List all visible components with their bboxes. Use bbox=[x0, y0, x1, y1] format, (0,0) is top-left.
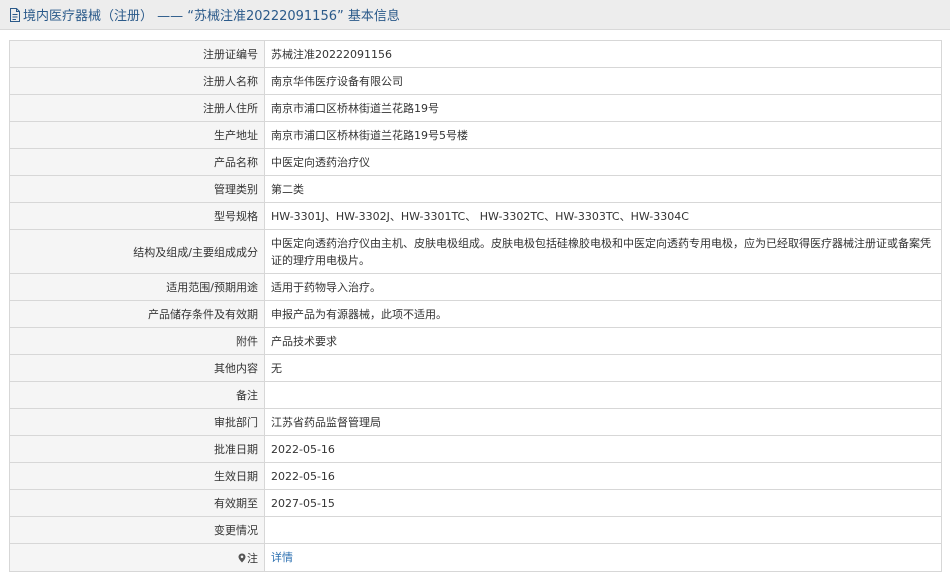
row-value: 2027-05-15 bbox=[264, 489, 942, 517]
page-title: 境内医疗器械（注册） —— “苏械注准20222091156” 基本信息 bbox=[23, 9, 400, 24]
row-value: 产品技术要求 bbox=[264, 327, 942, 355]
row-value: 苏械注准20222091156 bbox=[264, 40, 942, 68]
row-value: 适用于药物导入治疗。 bbox=[264, 273, 942, 301]
table-row: 有效期至 2027-05-15 bbox=[9, 489, 942, 517]
table-row: 适用范围/预期用途 适用于药物导入治疗。 bbox=[9, 273, 942, 301]
table-row: 产品名称 中医定向透药治疗仪 bbox=[9, 148, 942, 176]
table-row: 其他内容 无 bbox=[9, 354, 942, 382]
row-label: 注册证编号 bbox=[9, 40, 265, 68]
row-value: 南京华伟医疗设备有限公司 bbox=[264, 67, 942, 95]
row-label: 审批部门 bbox=[9, 408, 265, 436]
table-row: 注册人名称 南京华伟医疗设备有限公司 bbox=[9, 67, 942, 95]
details-link[interactable]: 详情 bbox=[271, 551, 293, 564]
row-value: 2022-05-16 bbox=[264, 462, 942, 490]
table-row: 生产地址 南京市浦口区桥林街道兰花路19号5号楼 bbox=[9, 121, 942, 149]
table-row: 产品储存条件及有效期 申报产品为有源器械，此项不适用。 bbox=[9, 300, 942, 328]
info-table: 注册证编号 苏械注准20222091156 注册人名称 南京华伟医疗设备有限公司… bbox=[9, 40, 942, 572]
row-value: 中医定向透药治疗仪 bbox=[264, 148, 942, 176]
row-label: 产品名称 bbox=[9, 148, 265, 176]
table-row: 管理类别 第二类 bbox=[9, 175, 942, 203]
row-label: 有效期至 bbox=[9, 489, 265, 517]
row-value: 无 bbox=[264, 354, 942, 382]
row-label: 注册人住所 bbox=[9, 94, 265, 122]
row-value bbox=[264, 381, 942, 409]
row-label: 管理类别 bbox=[9, 175, 265, 203]
row-value: 中医定向透药治疗仪由主机、皮肤电极组成。皮肤电极包括硅橡胶电极和中医定向透药专用… bbox=[264, 229, 942, 274]
row-value: 详情 bbox=[264, 543, 942, 572]
row-value: 申报产品为有源器械，此项不适用。 bbox=[264, 300, 942, 328]
table-row: 型号规格 HW-3301J、HW-3302J、HW-3301TC、 HW-330… bbox=[9, 202, 942, 230]
table-row: 结构及组成/主要组成成分 中医定向透药治疗仪由主机、皮肤电极组成。皮肤电极包括硅… bbox=[9, 229, 942, 274]
pin-icon bbox=[238, 553, 246, 562]
row-value: 2022-05-16 bbox=[264, 435, 942, 463]
row-value: 南京市浦口区桥林街道兰花路19号 bbox=[264, 94, 942, 122]
document-icon bbox=[10, 7, 20, 22]
row-label: 批准日期 bbox=[9, 435, 265, 463]
row-label: 注 bbox=[9, 543, 265, 572]
row-label: 其他内容 bbox=[9, 354, 265, 382]
row-label: 结构及组成/主要组成成分 bbox=[9, 229, 265, 274]
table-row: 批准日期 2022-05-16 bbox=[9, 435, 942, 463]
table-row: 附件 产品技术要求 bbox=[9, 327, 942, 355]
row-label: 备注 bbox=[9, 381, 265, 409]
table-row: 变更情况 bbox=[9, 516, 942, 544]
row-label: 生效日期 bbox=[9, 462, 265, 490]
table-row: 审批部门 江苏省药品监督管理局 bbox=[9, 408, 942, 436]
row-label: 附件 bbox=[9, 327, 265, 355]
table-row: 生效日期 2022-05-16 bbox=[9, 462, 942, 490]
row-value: 第二类 bbox=[264, 175, 942, 203]
row-label: 生产地址 bbox=[9, 121, 265, 149]
row-label: 适用范围/预期用途 bbox=[9, 273, 265, 301]
page-header: 境内医疗器械（注册） —— “苏械注准20222091156” 基本信息 bbox=[0, 0, 950, 30]
table-row: 注册人住所 南京市浦口区桥林街道兰花路19号 bbox=[9, 94, 942, 122]
row-label: 产品储存条件及有效期 bbox=[9, 300, 265, 328]
row-value bbox=[264, 516, 942, 544]
row-label: 变更情况 bbox=[9, 516, 265, 544]
row-value: HW-3301J、HW-3302J、HW-3301TC、 HW-3302TC、H… bbox=[264, 202, 942, 230]
row-label: 注册人名称 bbox=[9, 67, 265, 95]
row-value: 南京市浦口区桥林街道兰花路19号5号楼 bbox=[264, 121, 942, 149]
note-label: 注 bbox=[247, 551, 258, 565]
table-row: 注册证编号 苏械注准20222091156 bbox=[9, 40, 942, 68]
table-row: 备注 bbox=[9, 381, 942, 409]
table-row: 注 详情 bbox=[9, 543, 942, 572]
row-label: 型号规格 bbox=[9, 202, 265, 230]
row-value: 江苏省药品监督管理局 bbox=[264, 408, 942, 436]
